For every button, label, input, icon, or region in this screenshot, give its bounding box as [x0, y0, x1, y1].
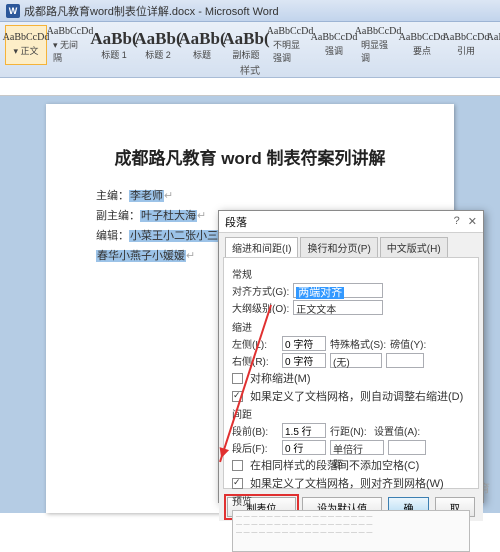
ruler [0, 78, 500, 96]
dialog-tabs: 缩进和间距(I) 换行和分页(P) 中文版式(H) [219, 233, 483, 257]
style-6[interactable]: AaBbCcDd不明显强调 [269, 25, 311, 65]
after-input[interactable] [282, 440, 326, 455]
autoadjust-label: 如果定义了文档网格，则自动调整右缩进(D) [250, 388, 463, 404]
section-preview: 预览 [232, 493, 470, 508]
linespacing-label: 行距(N): [330, 423, 370, 438]
ribbon-group-label: 样式 [240, 62, 260, 77]
section-spacing: 间距 [232, 406, 470, 421]
dialog-titlebar: 段落 ? ✕ [219, 211, 483, 233]
doc-line-0: 主编：李老师↵ [96, 187, 404, 203]
before-input[interactable] [282, 423, 326, 438]
special-val-label: 磅值(Y): [390, 336, 428, 351]
style-1[interactable]: AaBbCcDd▾ 无间隔 [49, 25, 91, 65]
style-11[interactable]: AaBbCcDd明 [489, 25, 500, 65]
tab-indent[interactable]: 缩进和间距(I) [225, 237, 298, 257]
style-2[interactable]: AaBb(标题 1 [93, 25, 135, 65]
align-select[interactable]: 两端对齐 [293, 283, 383, 298]
special-value-input[interactable] [386, 353, 424, 368]
left-input[interactable] [282, 336, 326, 351]
style-10[interactable]: AaBbCcDd引用 [445, 25, 487, 65]
title-bar: W 成都路凡教育word制表位详解.docx - Microsoft Word [0, 0, 500, 22]
window-title: 成都路凡教育word制表位详解.docx - Microsoft Word [24, 3, 279, 19]
before-label: 段前(B): [232, 423, 278, 438]
align-label: 对齐方式(G): [232, 283, 289, 298]
setat-label: 设置值(A): [374, 423, 420, 438]
style-4[interactable]: AaBb(标题 [181, 25, 223, 65]
right-input[interactable] [282, 353, 326, 368]
style-9[interactable]: AaBbCcDd要点 [401, 25, 443, 65]
special-select[interactable]: (无) [330, 353, 382, 368]
outline-label: 大纲级别(O): [232, 300, 289, 315]
after-label: 段后(F): [232, 440, 278, 455]
style-5[interactable]: AaBb(副标题 [225, 25, 267, 65]
tab-asian[interactable]: 中文版式(H) [380, 237, 448, 257]
style-0[interactable]: AaBbCcDd▾ 正文 [5, 25, 47, 65]
mirror-checkbox[interactable] [232, 373, 243, 384]
preview-box: — — — — — — — — — — — — — — — — — —— — —… [232, 510, 470, 552]
close-icon[interactable]: ✕ [468, 215, 477, 228]
setat-input[interactable] [388, 440, 426, 455]
snap-checkbox[interactable] [232, 478, 243, 489]
tab-pagination[interactable]: 换行和分页(P) [300, 237, 377, 257]
section-indent: 缩进 [232, 319, 470, 334]
nospace-checkbox[interactable] [232, 460, 243, 471]
style-3[interactable]: AaBb(标题 2 [137, 25, 179, 65]
word-icon: W [6, 4, 20, 18]
snap-label: 如果定义了文档网格，则对齐到网格(W) [250, 475, 444, 491]
special-label: 特殊格式(S): [330, 336, 386, 351]
paragraph-dialog: 段落 ? ✕ 缩进和间距(I) 换行和分页(P) 中文版式(H) 常规 对齐方式… [218, 210, 484, 503]
help-icon[interactable]: ? [454, 215, 460, 228]
style-7[interactable]: AaBbCcDd强调 [313, 25, 355, 65]
mirror-label: 对称缩进(M) [250, 370, 311, 386]
dialog-body: 常规 对齐方式(G): 两端对齐 大纲级别(O): 正文文本 缩进 左侧(L):… [223, 257, 479, 489]
doc-title: 成都路凡教育 word 制表符案列讲解 [96, 144, 404, 169]
dialog-title: 段落 [225, 214, 247, 230]
section-general: 常规 [232, 266, 470, 281]
linespacing-select[interactable]: 单倍行距 [330, 440, 384, 455]
outline-select[interactable]: 正文文本 [293, 300, 383, 315]
style-8[interactable]: AaBbCcDd明显强调 [357, 25, 399, 65]
